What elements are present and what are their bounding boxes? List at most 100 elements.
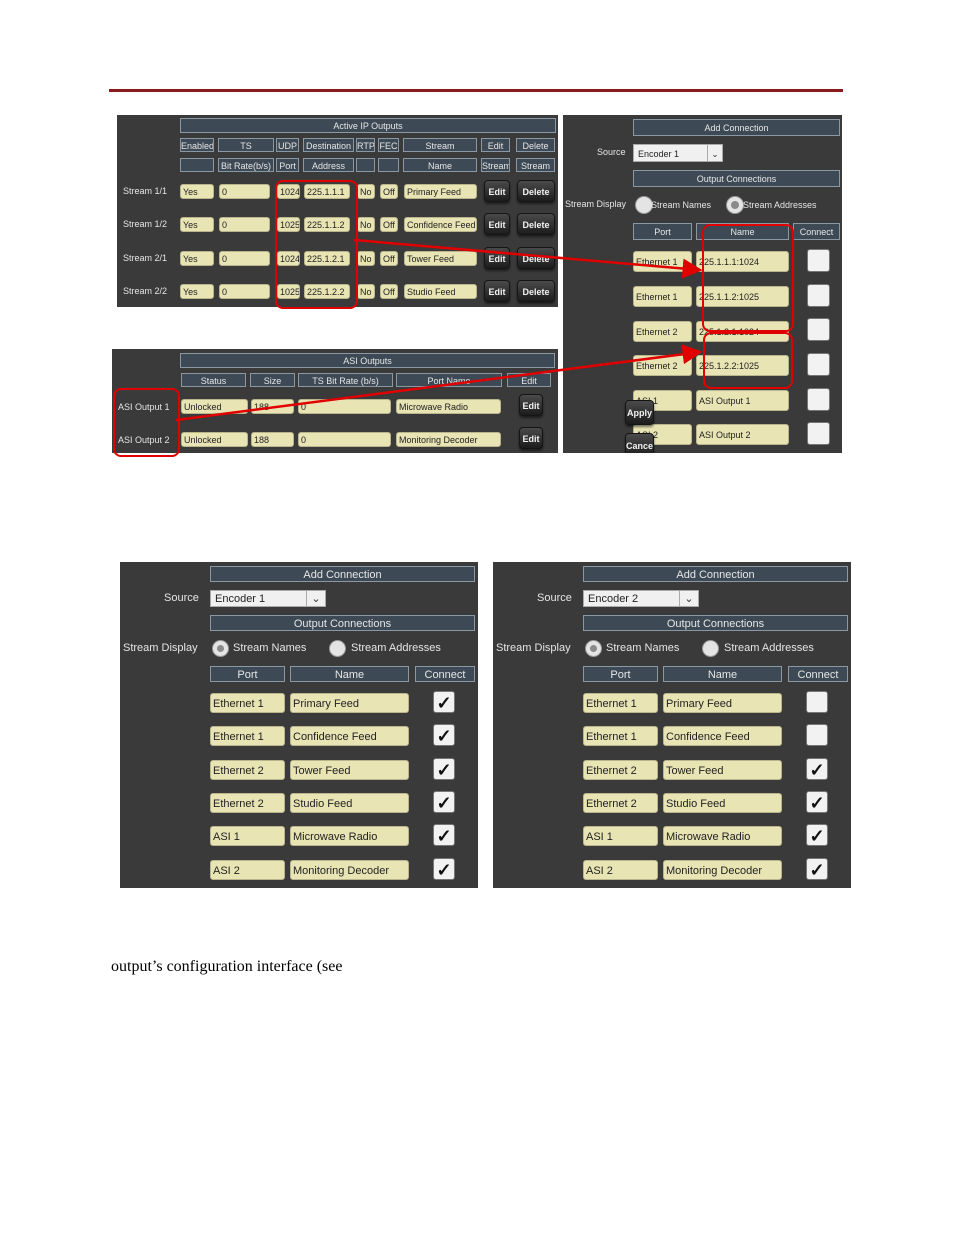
enabled-field[interactable]: Yes [180,217,214,232]
port-field[interactable]: Ethernet 2 [583,760,658,780]
bitrate-field[interactable]: 0 [219,251,270,266]
connect-checkbox[interactable]: ✓ [433,691,455,713]
name-field[interactable]: Microwave Radio [290,826,409,846]
fec-field[interactable]: Off [380,184,398,199]
chevron-down-icon[interactable]: ⌄ [707,145,722,161]
port-field[interactable]: ASI 2 [583,860,658,880]
enabled-field[interactable]: Yes [180,184,214,199]
port-field[interactable]: Ethernet 2 [633,321,692,342]
source-select[interactable]: Encoder 2 ⌄ [583,590,699,607]
name-field[interactable]: Confidence Feed [290,726,409,746]
name-field[interactable]: Monitoring Decoder [290,860,409,880]
connect-checkbox[interactable] [807,318,830,341]
name-field[interactable]: Primary Feed [290,693,409,713]
connect-checkbox[interactable] [807,388,830,411]
enabled-field[interactable]: Yes [180,251,214,266]
delete-stream-button[interactable]: Delete [517,280,555,302]
asi-port-name-field[interactable]: Microwave Radio [396,399,501,414]
edit-stream-button[interactable]: Edit [484,180,510,202]
connect-checkbox[interactable]: ✓ [433,724,455,746]
chevron-down-icon[interactable]: ⌄ [306,591,325,606]
name-field[interactable]: Tower Feed [290,760,409,780]
connect-checkbox[interactable] [806,691,828,713]
name-field[interactable]: Studio Feed [663,793,782,813]
connect-checkbox[interactable]: ✓ [433,758,455,780]
enabled-field[interactable]: Yes [180,284,214,299]
delete-stream-button[interactable]: Delete [517,247,555,269]
name-field[interactable]: Tower Feed [663,760,782,780]
cancel-button[interactable]: Cancel [625,433,654,453]
port-field[interactable]: Ethernet 2 [210,793,285,813]
port-field[interactable]: Ethernet 2 [583,793,658,813]
port-field[interactable]: ASI 1 [210,826,285,846]
rtp-field[interactable]: No [357,251,375,266]
rtp-field[interactable]: No [357,217,375,232]
port-field[interactable]: ASI 2 [210,860,285,880]
connect-checkbox[interactable] [807,422,830,445]
bitrate-field[interactable]: 0 [219,284,270,299]
name-field[interactable]: Primary Feed [663,693,782,713]
name-field[interactable]: Studio Feed [290,793,409,813]
fec-field[interactable]: Off [380,284,398,299]
edit-stream-button[interactable]: Edit [484,280,510,302]
connect-checkbox[interactable]: ✓ [433,824,455,846]
bitrate-field[interactable]: 0 [219,184,270,199]
name-field[interactable]: ASI Output 1 [696,390,789,411]
fec-field[interactable]: Off [380,217,398,232]
stream-addresses-radio[interactable] [329,640,346,657]
connect-checkbox[interactable] [807,284,830,307]
connect-checkbox[interactable] [807,353,830,376]
stream-names-radio[interactable] [585,640,602,657]
port-field[interactable]: Ethernet 2 [633,355,692,376]
asi-bitrate-field[interactable]: 0 [298,432,391,447]
stream-name-field[interactable]: Primary Feed [404,184,477,199]
stream-name-field[interactable]: Tower Feed [404,251,477,266]
edit-asi-button[interactable]: Edit [519,394,543,416]
stream-name-field[interactable]: Studio Feed [404,284,477,299]
stream-addresses-radio[interactable] [702,640,719,657]
connect-checkbox[interactable] [806,724,828,746]
port-field[interactable]: Ethernet 1 [583,726,658,746]
asi-port-name-field[interactable]: Monitoring Decoder [396,432,501,447]
name-field[interactable]: ASI Output 2 [696,424,789,445]
connect-checkbox[interactable]: ✓ [806,758,828,780]
asi-status-field[interactable]: Unlocked [181,432,248,447]
source-select[interactable]: Encoder 1 ⌄ [210,590,326,607]
header-rule [109,89,843,92]
connect-checkbox[interactable]: ✓ [806,824,828,846]
port-field[interactable]: Ethernet 1 [633,286,692,307]
source-select[interactable]: Encoder 1 ⌄ [633,144,723,162]
asi-bitrate-field[interactable]: 0 [298,399,391,414]
connect-checkbox[interactable] [807,249,830,272]
connect-checkbox[interactable]: ✓ [433,791,455,813]
rtp-field[interactable]: No [357,284,375,299]
stream-addresses-radio[interactable] [726,196,744,214]
port-field[interactable]: Ethernet 1 [210,693,285,713]
stream-name-field[interactable]: Confidence Feed [404,217,477,232]
port-field[interactable]: Ethernet 1 [633,251,692,272]
delete-stream-button[interactable]: Delete [517,180,555,202]
edit-stream-button[interactable]: Edit [484,213,510,235]
name-field[interactable]: Confidence Feed [663,726,782,746]
connect-checkbox[interactable]: ✓ [806,791,828,813]
bitrate-field[interactable]: 0 [219,217,270,232]
edit-asi-button[interactable]: Edit [519,427,543,449]
connect-checkbox[interactable]: ✓ [806,858,828,880]
stream-names-radio[interactable] [212,640,229,657]
asi-size-field[interactable]: 188 [251,399,294,414]
delete-stream-button[interactable]: Delete [517,213,555,235]
apply-button[interactable]: Apply [625,400,654,425]
fec-field[interactable]: Off [380,251,398,266]
port-field[interactable]: Ethernet 1 [210,726,285,746]
name-field[interactable]: Monitoring Decoder [663,860,782,880]
asi-status-field[interactable]: Unlocked [181,399,248,414]
asi-size-field[interactable]: 188 [251,432,294,447]
chevron-down-icon[interactable]: ⌄ [679,591,698,606]
rtp-field[interactable]: No [357,184,375,199]
connect-checkbox[interactable]: ✓ [433,858,455,880]
port-field[interactable]: ASI 1 [583,826,658,846]
port-field[interactable]: Ethernet 2 [210,760,285,780]
port-field[interactable]: Ethernet 1 [583,693,658,713]
name-field[interactable]: Microwave Radio [663,826,782,846]
edit-stream-button[interactable]: Edit [484,247,510,269]
